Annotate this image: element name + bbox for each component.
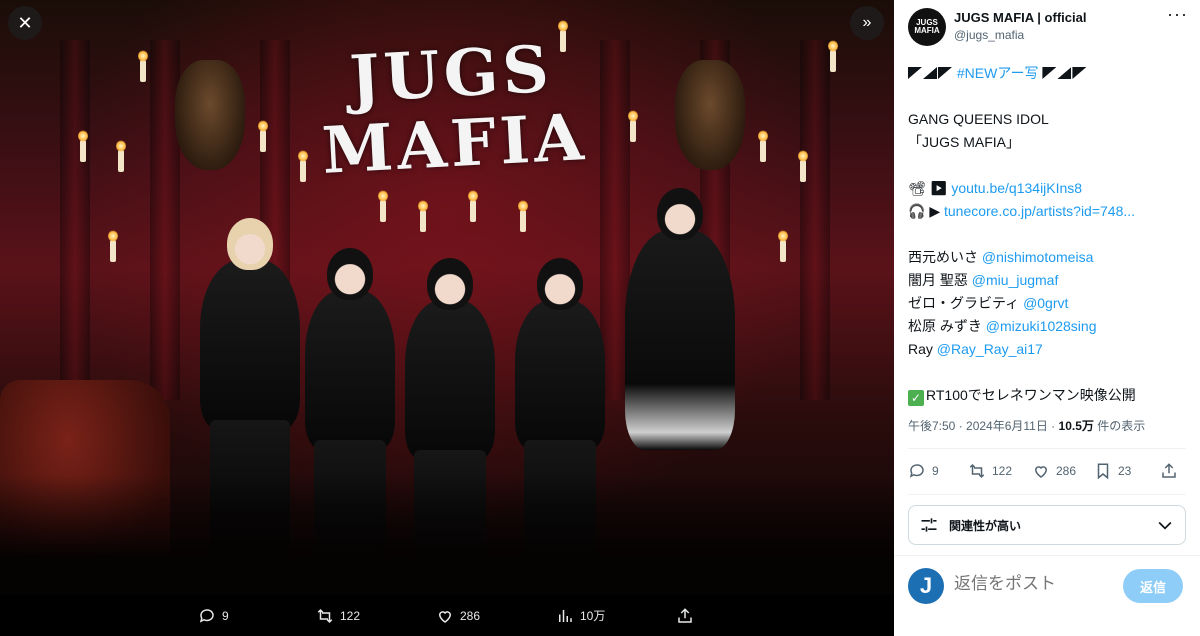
media-retweet-count: 122 — [340, 608, 361, 623]
media-share-button[interactable] — [676, 595, 700, 636]
reply-count: 9 — [932, 464, 939, 478]
media-like-count: 286 — [460, 608, 481, 623]
tweet-timestamp[interactable]: 午後7:50 · 2024年6月11日 · — [908, 419, 1059, 433]
media-reply-count: 9 — [222, 608, 229, 623]
check-mark-icon: ✓ — [908, 390, 924, 406]
member-mention[interactable]: @Ray_Ray_ai17 — [937, 341, 1043, 357]
announcement-text: RT100でセレネワンマン映像公開 — [926, 387, 1136, 403]
divider — [894, 555, 1200, 556]
member-line: Ray @Ray_Ray_ai17 — [908, 338, 1190, 361]
bookmark-icon — [1097, 463, 1109, 480]
group-photo: JUGS MAFIA — [0, 0, 894, 595]
views-label: 件の表示 — [1093, 419, 1146, 433]
member-name: 西元めいさ — [908, 249, 982, 265]
divider — [908, 494, 1186, 495]
retweet-icon — [969, 463, 985, 479]
chevron-down-icon — [1158, 521, 1172, 530]
like-count: 286 — [1056, 464, 1077, 478]
youtube-line: 📽 ▶ youtu.be/q134ijKIns8 — [908, 177, 1190, 200]
divider — [908, 448, 1186, 449]
reply-submit-button[interactable]: 返信 — [1123, 569, 1183, 603]
band-logo: JUGS MAFIA — [320, 31, 590, 189]
tweet-line: GANG QUEENS IDOL — [908, 111, 1049, 127]
bookmark-button[interactable]: 23 — [1094, 462, 1131, 480]
media-views-count: 10万 — [580, 609, 606, 623]
share-icon — [1162, 463, 1176, 478]
engagement-bar: 9 122 286 23 — [908, 462, 1186, 486]
member-name: 闇月 聖惡 — [908, 272, 972, 288]
reply-sort-dropdown[interactable]: 関連性が高い — [908, 505, 1186, 545]
member-mention[interactable]: @mizuki1028sing — [986, 318, 1097, 334]
media-like-button[interactable]: 286 — [436, 595, 480, 636]
collapse-panel-button[interactable]: » — [850, 6, 884, 40]
announcement-line: ✓ RT100でセレネワンマン映像公開 — [908, 384, 1190, 407]
more-options-button[interactable]: ··· — [1167, 4, 1188, 25]
share-icon — [678, 607, 692, 623]
member-line: 闇月 聖惡 @miu_jugmaf — [908, 269, 1190, 292]
tweet-line-hashtag: #NEWアー写 — [908, 62, 1190, 85]
tweet-meta: 午後7:50 · 2024年6月11日 · 10.5万 件の表示 — [908, 417, 1145, 434]
headphones-icon: 🎧 ▶ — [908, 203, 944, 219]
views-chart-icon — [559, 609, 572, 622]
reply-input[interactable] — [954, 574, 1114, 594]
media-viewer: JUGS MAFIA ✕ » 9 122 286 10万 — [0, 0, 894, 636]
video-camera-icon: 📽 ▶ — [908, 180, 952, 196]
views-count: 10.5万 — [1058, 419, 1094, 433]
member-name: 松原 みずき — [908, 318, 986, 334]
author-handle[interactable]: @jugs_mafia — [954, 28, 1024, 42]
member-line: ゼロ・グラビティ @0grvt — [908, 292, 1190, 315]
triangle-icon — [908, 67, 922, 79]
member-line: 西元めいさ @nishimotomeisa — [908, 246, 1190, 269]
media-retweet-button[interactable]: 122 — [316, 595, 360, 636]
close-button[interactable]: ✕ — [8, 6, 42, 40]
share-button[interactable] — [1160, 462, 1184, 480]
retweet-count: 122 — [992, 464, 1013, 478]
bookmark-count: 23 — [1118, 464, 1132, 478]
retweet-button[interactable]: 122 — [968, 462, 1012, 480]
reply-button[interactable]: 9 — [908, 462, 939, 480]
tunecore-line: 🎧 ▶ tunecore.co.jp/artists?id=748... — [908, 200, 1190, 223]
media-reply-button[interactable]: 9 — [198, 595, 229, 636]
reply-icon — [199, 608, 214, 623]
tweet-panel: JUGS MAFIA JUGS MAFIA | official @jugs_m… — [894, 0, 1200, 636]
member-mention[interactable]: @nishimotomeisa — [982, 249, 1093, 265]
member-mention[interactable]: @miu_jugmaf — [972, 272, 1059, 288]
tweet-line: 「JUGS MAFIA」 — [908, 134, 1021, 150]
heart-icon — [1034, 466, 1048, 478]
more-dots-icon: ··· — [1167, 4, 1188, 24]
author-avatar[interactable]: JUGS MAFIA — [908, 8, 946, 46]
member-name: ゼロ・グラビティ — [908, 295, 1024, 311]
retweet-icon — [317, 608, 333, 623]
media-action-bar: 9 122 286 10万 — [0, 595, 894, 636]
media-views-button[interactable]: 10万 — [556, 595, 605, 636]
close-icon: ✕ — [17, 12, 33, 33]
triangle-icon — [1057, 67, 1072, 79]
tunecore-link[interactable]: tunecore.co.jp/artists?id=748... — [944, 203, 1135, 219]
sort-label: 関連性が高い — [949, 518, 1022, 533]
like-button[interactable]: 286 — [1032, 462, 1076, 480]
member-mention[interactable]: @0grvt — [1023, 295, 1068, 311]
sliders-icon — [921, 518, 937, 532]
user-avatar[interactable]: J — [908, 568, 944, 604]
chevron-double-right-icon: » — [862, 14, 872, 31]
triangle-icon — [1042, 67, 1057, 79]
youtube-link[interactable]: youtu.be/q134ijKIns8 — [951, 180, 1082, 196]
triangle-icon — [938, 67, 952, 79]
hashtag-link[interactable]: #NEWアー写 — [957, 65, 1039, 81]
triangle-icon — [923, 67, 937, 79]
heart-icon — [438, 610, 452, 623]
triangle-icon — [1072, 67, 1087, 79]
tweet-text: #NEWアー写 GANG QUEENS IDOL 「JUGS MAFIA」 📽 … — [908, 62, 1190, 407]
author-name[interactable]: JUGS MAFIA | official — [954, 10, 1086, 25]
reply-icon — [909, 464, 924, 478]
member-name: Ray — [908, 341, 937, 357]
member-line: 松原 みずき @mizuki1028sing — [908, 315, 1190, 338]
app-root: JUGS MAFIA ✕ » 9 122 286 10万 JUGS MAFIA … — [0, 0, 1200, 636]
